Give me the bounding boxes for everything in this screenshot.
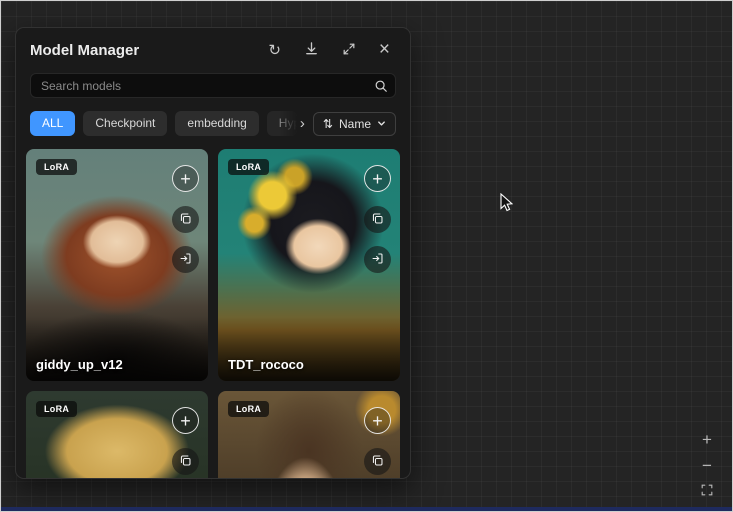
filter-tab-checkpoint[interactable]: Checkpoint (83, 111, 167, 136)
search-bar (30, 73, 396, 98)
model-type-badge: LoRA (36, 159, 77, 175)
zoom-in-button[interactable]: + (698, 430, 716, 448)
model-card-4[interactable]: LoRA + (218, 391, 400, 479)
load-model-button[interactable] (364, 246, 391, 273)
search-input[interactable] (30, 73, 396, 98)
model-card-tdt-rococo[interactable]: LoRA + TDT_rococo (218, 149, 400, 381)
filter-tab-all[interactable]: ALL (30, 111, 75, 136)
filter-tab-embedding[interactable]: embedding (175, 111, 258, 136)
expand-button[interactable] (342, 42, 356, 59)
zoom-out-button[interactable]: − (698, 456, 716, 474)
model-type-badge: LoRA (36, 401, 77, 417)
search-icon (374, 79, 388, 93)
sort-dropdown-label: Name (339, 117, 371, 131)
zoom-out-icon: − (702, 457, 712, 474)
import-icon (371, 252, 384, 268)
copy-icon (179, 212, 192, 228)
plus-icon: + (372, 412, 383, 430)
copy-icon (179, 454, 192, 470)
add-model-button[interactable]: + (364, 165, 391, 192)
plus-icon: + (372, 170, 383, 188)
copy-model-button[interactable] (172, 448, 199, 475)
model-name: giddy_up_v12 (36, 357, 123, 372)
add-model-button[interactable]: + (364, 407, 391, 434)
mouse-cursor (500, 193, 513, 217)
plus-icon: + (180, 412, 191, 430)
window-edge-strip (1, 507, 732, 511)
copy-model-button[interactable] (364, 448, 391, 475)
plus-icon: + (180, 170, 191, 188)
download-icon (304, 41, 319, 59)
sort-dropdown[interactable]: ⇅ Name (313, 112, 396, 136)
filter-tab-hypernetwork[interactable]: Hype (267, 111, 297, 136)
import-icon (179, 252, 192, 268)
copy-icon (371, 212, 384, 228)
fit-view-icon (700, 483, 714, 500)
filter-scroll-right-button[interactable]: › (300, 115, 305, 132)
add-model-button[interactable]: + (172, 407, 199, 434)
model-manager-panel: Model Manager ↻ × (15, 27, 411, 479)
node-editor-canvas[interactable]: Model Manager ↻ × (0, 0, 733, 512)
download-button[interactable] (304, 41, 319, 59)
expand-icon (342, 42, 356, 59)
model-type-badge: LoRA (228, 159, 269, 175)
model-type-badge: LoRA (228, 401, 269, 417)
copy-model-button[interactable] (364, 206, 391, 233)
copy-model-button[interactable] (172, 206, 199, 233)
canvas-controls: + − (698, 430, 716, 512)
load-model-button[interactable] (172, 246, 199, 273)
copy-icon (371, 454, 384, 470)
panel-title: Model Manager (30, 42, 139, 59)
chevron-down-icon (377, 117, 386, 131)
fit-view-button[interactable] (698, 482, 716, 500)
add-model-button[interactable]: + (172, 165, 199, 192)
zoom-in-icon: + (702, 431, 712, 448)
close-button[interactable]: × (379, 40, 390, 59)
model-card-giddy-up-v12[interactable]: LoRA + giddy_up_v12 (26, 149, 208, 381)
sort-arrows-icon: ⇅ (323, 117, 333, 131)
chevron-right-icon: › (300, 115, 305, 132)
filter-row: ALL Checkpoint embedding Hype › ⇅ Name (30, 111, 396, 136)
model-name: TDT_rococo (228, 357, 304, 372)
refresh-button[interactable]: ↻ (268, 43, 281, 58)
model-card-grid: LoRA + giddy_up_v12 LoRA + (26, 149, 400, 479)
refresh-icon: ↻ (268, 43, 281, 58)
panel-header-actions: ↻ × (268, 41, 390, 59)
close-icon: × (379, 40, 390, 59)
panel-header: Model Manager ↻ × (16, 28, 410, 69)
model-card-3[interactable]: LoRA + (26, 391, 208, 479)
